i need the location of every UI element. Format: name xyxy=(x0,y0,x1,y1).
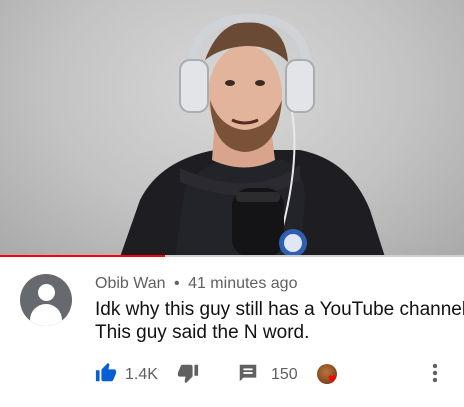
more-options-button[interactable] xyxy=(431,363,439,387)
comment-author[interactable]: Obib Wan xyxy=(95,275,166,292)
comment-header: Obib Wan • 41 minutes ago xyxy=(95,275,297,293)
more-vert-icon xyxy=(431,362,439,389)
creator-heart-icon: ♥ xyxy=(315,363,343,387)
video-progress-fill xyxy=(0,255,165,257)
dislike-button[interactable] xyxy=(177,363,199,387)
video-frame-illustration xyxy=(120,13,385,257)
comment-actions: 1.4K 150 ♥ xyxy=(95,362,455,389)
like-button[interactable]: 1.4K xyxy=(95,362,158,389)
creator-heart: ♥ xyxy=(315,363,343,387)
video-progress-bar[interactable] xyxy=(0,255,464,257)
meta-separator: • xyxy=(174,275,180,292)
comment-text-line: This guy said the N word. xyxy=(95,322,310,343)
thumbs-up-icon xyxy=(95,362,117,389)
reply-count: 150 xyxy=(271,366,298,383)
video-player[interactable] xyxy=(0,0,464,257)
like-count: 1.4K xyxy=(125,366,158,383)
comment-item: Obib Wan • 41 minutes ago Idk why this g… xyxy=(0,258,464,407)
comment-timestamp: 41 minutes ago xyxy=(188,275,298,292)
comment-text: Idk why this guy still has a YouTube cha… xyxy=(95,298,464,344)
reply-button[interactable]: 150 xyxy=(237,363,298,387)
thumbs-down-icon xyxy=(177,362,199,389)
reply-icon xyxy=(237,362,259,389)
default-avatar-icon[interactable] xyxy=(20,274,72,326)
comment-text-line: Idk why this guy still has a YouTube cha… xyxy=(95,299,464,320)
